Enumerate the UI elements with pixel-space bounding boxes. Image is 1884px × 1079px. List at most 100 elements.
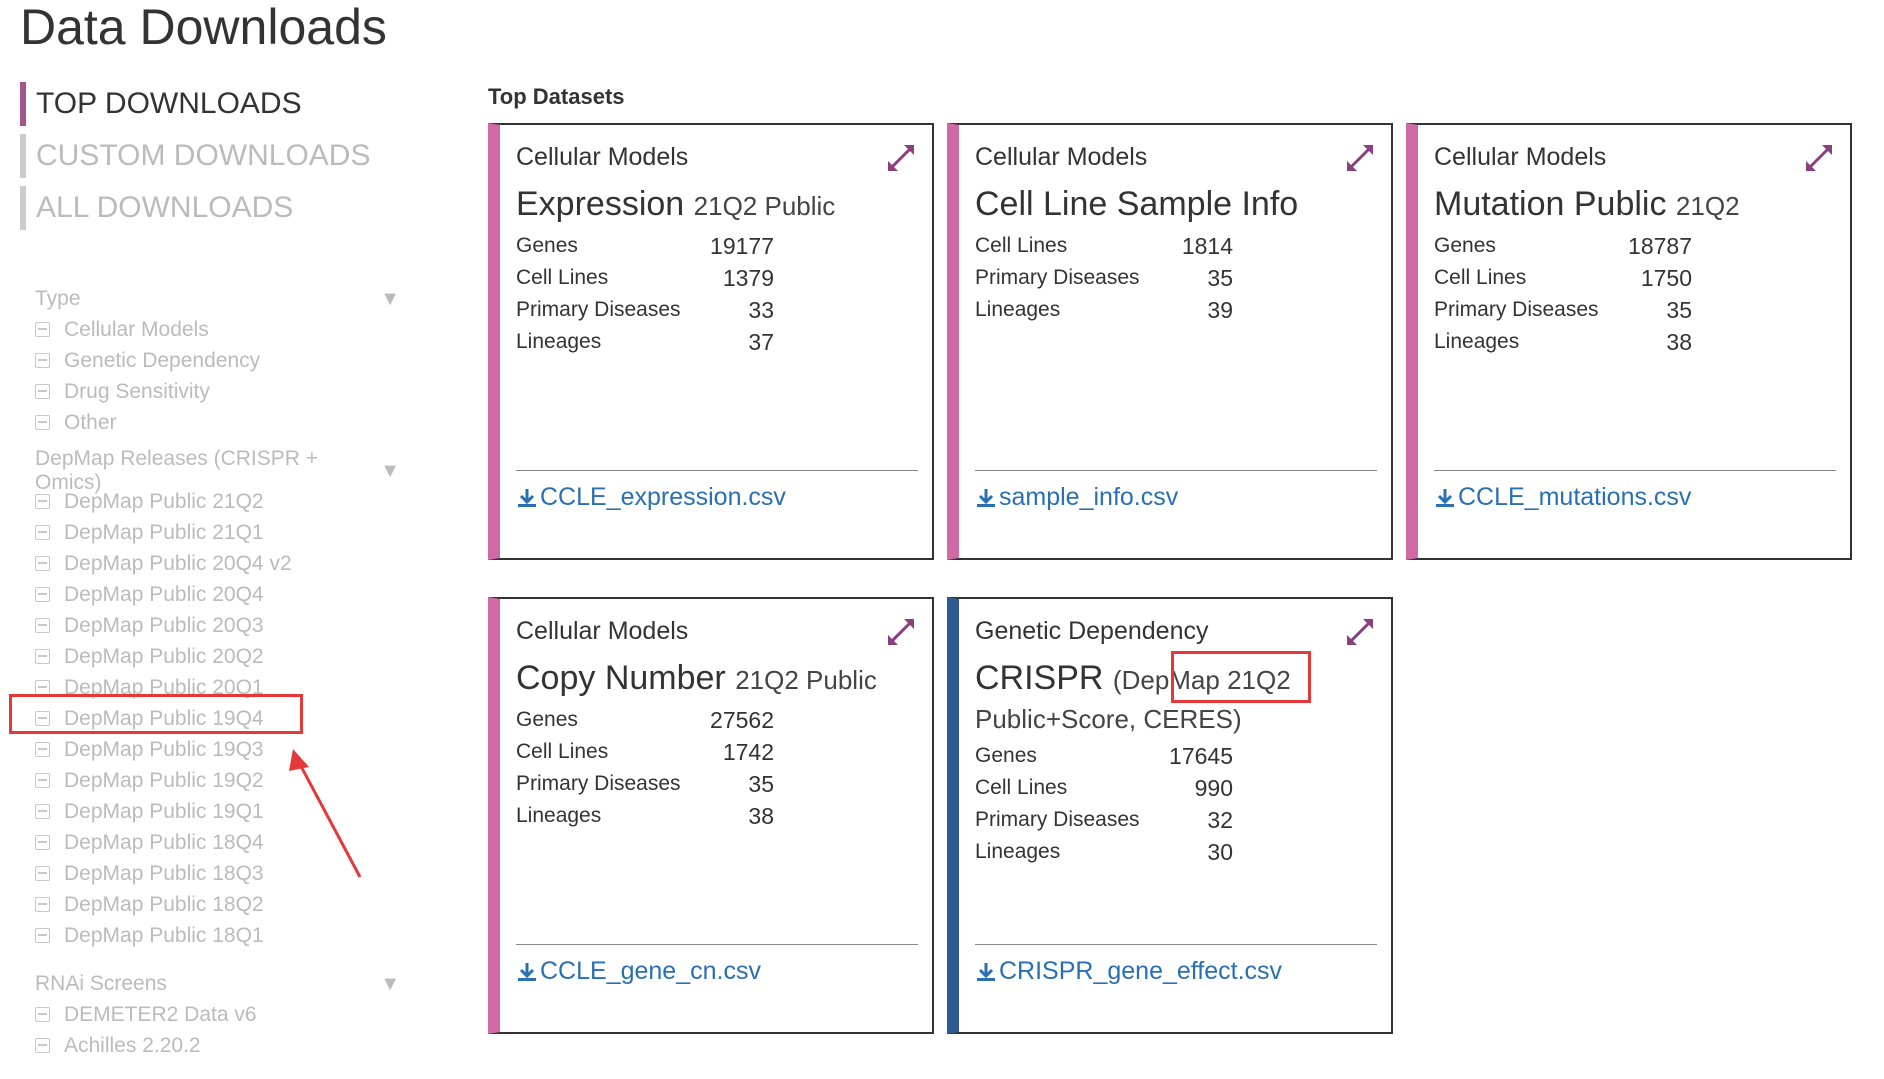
expand-arrows-icon[interactable] xyxy=(1343,615,1377,649)
filter-item-label: DepMap Public 19Q3 xyxy=(64,737,264,761)
filter-item-label: DepMap Public 18Q2 xyxy=(64,892,264,916)
divider xyxy=(975,470,1377,471)
nav-all-downloads[interactable]: ALL DOWNLOADS xyxy=(20,186,370,230)
stat-value: 38 xyxy=(1666,329,1692,355)
filter-header-type: Type ▼ xyxy=(35,284,405,314)
nav-top-downloads[interactable]: TOP DOWNLOADS xyxy=(20,82,370,126)
stat-label: Lineages xyxy=(516,804,602,827)
checkbox[interactable] xyxy=(35,835,50,850)
card-subtitle: 21Q2 Public xyxy=(693,191,836,221)
filter-item[interactable]: DepMap Public 18Q1 xyxy=(35,920,405,951)
annotation-arrow-icon xyxy=(289,749,362,878)
checkbox[interactable] xyxy=(35,1007,50,1022)
download-link[interactable]: CCLE_gene_cn.csv xyxy=(516,957,761,986)
left-nav: TOP DOWNLOADS CUSTOM DOWNLOADS ALL DOWNL… xyxy=(20,82,370,238)
annotation-highlight-19q4 xyxy=(9,694,303,734)
checkbox[interactable] xyxy=(35,649,50,664)
stat-label: Genes xyxy=(975,744,1037,767)
checkbox[interactable] xyxy=(35,587,50,602)
stat-value: 32 xyxy=(1207,807,1233,833)
filter-item-label: DepMap Public 18Q3 xyxy=(64,861,264,885)
filter-label-releases: DepMap Releases (CRISPR + Omics) xyxy=(35,447,319,494)
card-stats: Cell Lines 1814 Primary Diseases 35 Lineag… xyxy=(975,230,1233,326)
download-link[interactable]: CRISPR_gene_effect.csv xyxy=(975,957,1282,986)
stat-label: Primary Diseases xyxy=(516,772,681,795)
stat-row: Genes 17645 xyxy=(975,740,1233,772)
filter-item-label: Genetic Dependency xyxy=(64,348,261,372)
card-stats: Genes 18787 Cell Lines 1750 Primary Diseas… xyxy=(1434,230,1692,358)
section-title: Top Datasets xyxy=(488,84,625,109)
card-title-main: Mutation Public xyxy=(1434,185,1667,223)
stat-label: Genes xyxy=(516,234,578,257)
checkbox[interactable] xyxy=(35,804,50,819)
card-title-main: Copy Number xyxy=(516,659,726,697)
stat-value: 38 xyxy=(748,803,774,829)
checkbox[interactable] xyxy=(35,494,50,509)
checkbox[interactable] xyxy=(35,866,50,881)
filter-item[interactable]: DepMap Public 20Q4 xyxy=(35,579,405,610)
download-link[interactable]: CCLE_expression.csv xyxy=(516,483,786,512)
filter-item[interactable]: Genetic Dependency xyxy=(35,345,405,376)
download-link[interactable]: sample_info.csv xyxy=(975,483,1178,512)
checkbox[interactable] xyxy=(35,415,50,430)
filter-item-label: DepMap Public 20Q2 xyxy=(64,644,264,668)
checkbox[interactable] xyxy=(35,525,50,540)
filter-item[interactable]: DepMap Public 21Q1 xyxy=(35,517,405,548)
filter-item[interactable]: DepMap Public 20Q4 v2 xyxy=(35,548,405,579)
expand-arrows-icon[interactable] xyxy=(1343,141,1377,175)
filter-item[interactable]: Cellular Models xyxy=(35,314,405,345)
stat-row: Lineages 39 xyxy=(975,294,1233,326)
checkbox[interactable] xyxy=(35,384,50,399)
nav-custom-downloads[interactable]: CUSTOM DOWNLOADS xyxy=(20,134,370,178)
chevron-down-icon[interactable]: ▼ xyxy=(380,288,400,311)
stat-label: Cell Lines xyxy=(1434,266,1527,289)
download-filename: CCLE_expression.csv xyxy=(540,483,786,511)
stat-value: 990 xyxy=(1194,775,1233,801)
filter-label-type: Type xyxy=(35,287,81,310)
filter-item[interactable]: Achilles 2.20.2 xyxy=(35,1030,405,1061)
download-icon xyxy=(977,488,995,507)
stat-value: 39 xyxy=(1207,297,1233,323)
filter-item-label: DepMap Public 20Q4 v2 xyxy=(64,551,292,575)
expand-arrows-icon[interactable] xyxy=(884,141,918,175)
stat-row: Cell Lines 1750 xyxy=(1434,262,1692,294)
filter-item[interactable]: DEMETER2 Data v6 xyxy=(35,999,405,1030)
annotation-highlight-21q2 xyxy=(1171,651,1311,703)
download-filename: CCLE_gene_cn.csv xyxy=(540,957,761,985)
filter-item[interactable]: Other xyxy=(35,407,405,438)
filter-item[interactable]: DepMap Public 20Q3 xyxy=(35,610,405,641)
stat-row: Primary Diseases 33 xyxy=(516,294,774,326)
chevron-down-icon[interactable]: ▼ xyxy=(380,460,400,483)
filter-item[interactable]: DepMap Public 20Q2 xyxy=(35,641,405,672)
stat-value: 35 xyxy=(1666,297,1692,323)
stat-value: 30 xyxy=(1207,839,1233,865)
stat-label: Primary Diseases xyxy=(975,266,1140,289)
card-category: Genetic Dependency xyxy=(975,617,1209,645)
checkbox[interactable] xyxy=(35,353,50,368)
checkbox[interactable] xyxy=(35,742,50,757)
filter-item-label: DepMap Public 21Q1 xyxy=(64,520,264,544)
expand-arrows-icon[interactable] xyxy=(884,615,918,649)
checkbox[interactable] xyxy=(35,897,50,912)
checkbox[interactable] xyxy=(35,680,50,695)
stat-label: Primary Diseases xyxy=(975,808,1140,831)
checkbox[interactable] xyxy=(35,773,50,788)
download-icon xyxy=(977,962,995,981)
download-link[interactable]: CCLE_mutations.csv xyxy=(1434,483,1691,512)
divider xyxy=(1434,470,1836,471)
filter-item[interactable]: DepMap Public 18Q2 xyxy=(35,889,405,920)
stat-row: Lineages 38 xyxy=(516,800,774,832)
chevron-down-icon[interactable]: ▼ xyxy=(380,973,400,996)
stat-value: 1379 xyxy=(722,265,774,291)
card-title-main: Expression xyxy=(516,185,685,223)
expand-arrows-icon[interactable] xyxy=(1802,141,1836,175)
checkbox[interactable] xyxy=(35,322,50,337)
checkbox[interactable] xyxy=(35,928,50,943)
filter-item[interactable]: Drug Sensitivity xyxy=(35,376,405,407)
checkbox[interactable] xyxy=(35,618,50,633)
stat-row: Cell Lines 1379 xyxy=(516,262,774,294)
card-category: Cellular Models xyxy=(516,617,689,645)
stat-row: Primary Diseases 35 xyxy=(1434,294,1692,326)
checkbox[interactable] xyxy=(35,556,50,571)
divider xyxy=(975,944,1377,945)
